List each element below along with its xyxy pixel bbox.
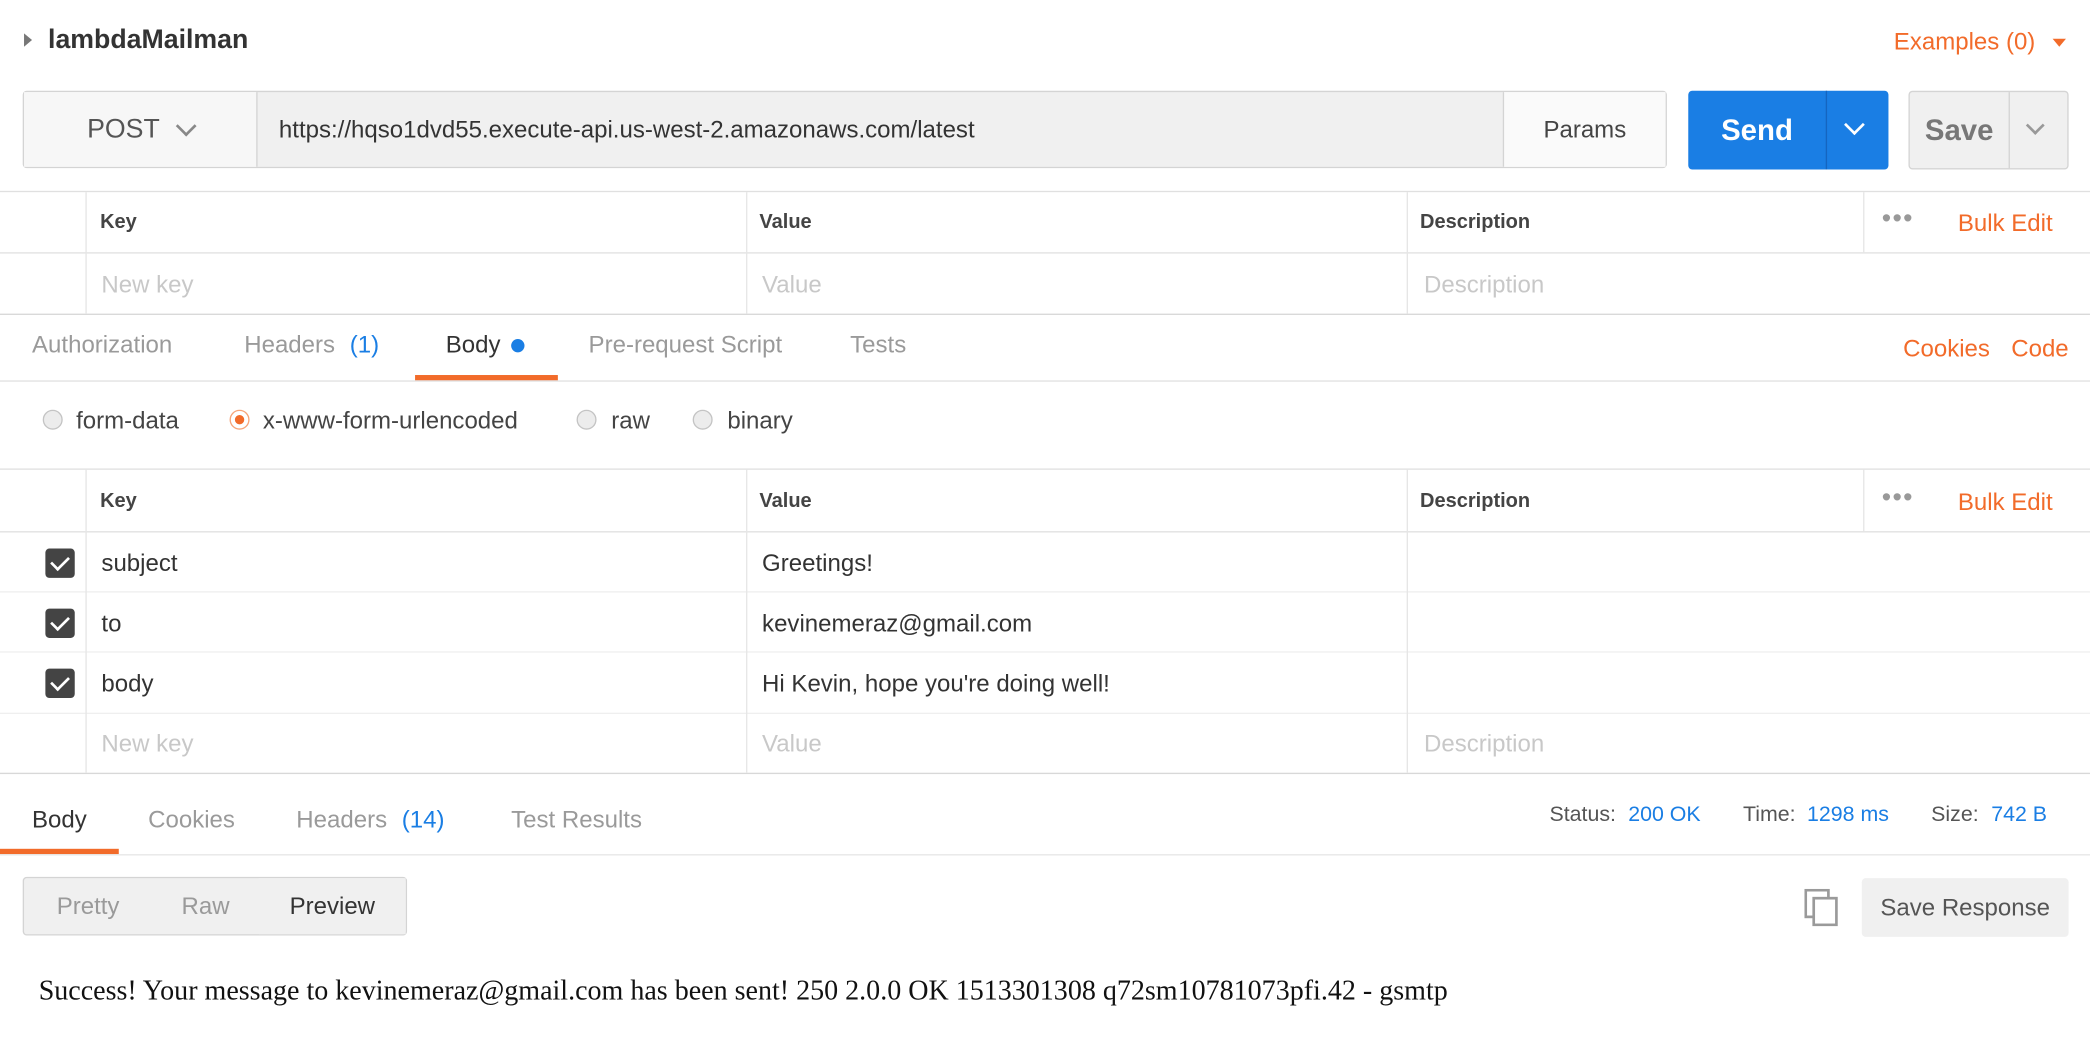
column-header-value: Value xyxy=(759,210,812,234)
save-divider xyxy=(2008,92,2010,169)
divider xyxy=(0,380,2090,382)
raw-label: raw xyxy=(611,407,650,434)
response-preview-text: Success! Your message to kevinemeraz@gma… xyxy=(38,974,1448,1007)
new-description-input[interactable]: Description xyxy=(1424,271,1544,299)
status-label: Status: xyxy=(1549,803,1616,827)
time-value[interactable]: 1298 ms xyxy=(1807,803,1889,827)
column-header-value: Value xyxy=(759,489,812,513)
divider xyxy=(746,192,748,314)
divider xyxy=(0,854,2090,856)
column-header-description: Description xyxy=(1420,489,1531,513)
response-tab-cookies[interactable]: Cookies xyxy=(148,806,235,834)
url-input[interactable]: https://hqso1dvd55.execute-api.us-west-2… xyxy=(279,92,975,167)
row-key[interactable]: body xyxy=(101,670,153,698)
radio-form-data[interactable] xyxy=(42,409,63,430)
tab-authorization[interactable]: Authorization xyxy=(32,331,172,359)
examples-dropdown[interactable]: Examples (0) xyxy=(1893,28,2067,56)
tab-body-label: Body xyxy=(445,330,501,358)
examples-label: Examples (0) xyxy=(1893,28,2036,55)
response-headers-count: (14) xyxy=(401,806,445,833)
divider xyxy=(85,192,87,314)
form-data-label: form-data xyxy=(76,407,179,434)
copy-icon[interactable] xyxy=(1804,888,1839,927)
new-value-input[interactable]: Value xyxy=(762,271,822,299)
row-value[interactable]: Hi Kevin, hope you're doing well! xyxy=(762,670,1110,698)
bulk-edit-link[interactable]: Bulk Edit xyxy=(1958,488,2053,516)
urlencoded-label: x-www-form-urlencoded xyxy=(262,407,518,434)
save-label: Save xyxy=(1924,112,1994,147)
chevron-down-icon xyxy=(175,115,197,136)
tab-prerequest-script[interactable]: Pre-request Script xyxy=(589,331,783,359)
divider xyxy=(746,469,748,773)
response-view-selector: Pretty Raw Preview xyxy=(22,876,408,936)
divider xyxy=(1406,469,1409,773)
divider xyxy=(1406,192,1409,314)
send-label: Send xyxy=(1721,112,1793,147)
binary-label: binary xyxy=(727,407,793,434)
modified-dot-icon xyxy=(511,339,525,353)
more-options-icon[interactable]: ••• xyxy=(1882,483,1914,514)
new-key-input[interactable]: New key xyxy=(101,271,193,299)
tab-tests[interactable]: Tests xyxy=(850,331,906,359)
radio-binary[interactable] xyxy=(692,409,713,430)
response-tab-test-results[interactable]: Test Results xyxy=(511,806,642,834)
bulk-edit-link[interactable]: Bulk Edit xyxy=(1958,210,2053,238)
divider xyxy=(0,651,2090,653)
view-raw[interactable]: Raw xyxy=(152,878,259,934)
new-key-input[interactable]: New key xyxy=(101,730,193,758)
view-pretty[interactable]: Pretty xyxy=(24,878,152,934)
send-divider xyxy=(1825,90,1828,170)
save-button[interactable]: Save xyxy=(1908,90,2069,170)
postman-window: lambdaMailman Examples (0) POST https://… xyxy=(0,0,2090,1038)
view-preview[interactable]: Preview xyxy=(258,878,406,935)
divider xyxy=(0,591,2090,593)
divider xyxy=(1863,469,1865,532)
new-value-input[interactable]: Value xyxy=(762,730,822,758)
tab-body[interactable]: Body xyxy=(446,331,525,359)
divider xyxy=(85,469,87,773)
row-checkbox[interactable] xyxy=(45,548,75,578)
divider xyxy=(0,252,2090,254)
divider xyxy=(0,190,2090,193)
divider xyxy=(0,531,2090,533)
caret-down-icon xyxy=(2052,39,2067,48)
response-tab-body[interactable]: Body xyxy=(32,806,87,834)
row-key[interactable]: to xyxy=(101,610,121,638)
expand-caret-icon[interactable] xyxy=(24,33,33,47)
method-label: POST xyxy=(87,114,160,144)
radio-raw[interactable] xyxy=(576,409,597,430)
params-button[interactable]: Params xyxy=(1502,92,1666,167)
column-header-key: Key xyxy=(100,210,137,234)
radio-urlencoded[interactable] xyxy=(229,409,250,430)
response-tab-headers[interactable]: Headers (14) xyxy=(296,806,444,834)
more-options-icon[interactable]: ••• xyxy=(1882,204,1914,235)
new-description-input[interactable]: Description xyxy=(1424,730,1544,758)
row-key[interactable]: subject xyxy=(101,550,177,578)
divider xyxy=(0,712,2090,715)
tab-headers-label: Headers xyxy=(244,330,336,358)
code-link[interactable]: Code xyxy=(2011,335,2068,363)
column-header-description: Description xyxy=(1420,210,1531,234)
tab-headers[interactable]: Headers (1) xyxy=(244,331,379,359)
collection-name[interactable]: lambdaMailman xyxy=(48,25,248,56)
divider xyxy=(0,468,2090,470)
row-checkbox[interactable] xyxy=(45,668,75,698)
tab-headers-count: (1) xyxy=(349,330,380,358)
divider xyxy=(0,313,2090,315)
column-header-key: Key xyxy=(100,489,137,513)
status-value[interactable]: 200 OK xyxy=(1628,803,1700,827)
size-value[interactable]: 742 B xyxy=(1991,803,2047,827)
size-label: Size: xyxy=(1931,803,1979,827)
save-response-button[interactable]: Save Response xyxy=(1861,878,2069,937)
time-label: Time: xyxy=(1742,803,1796,827)
divider xyxy=(0,772,2090,775)
url-bar: POST https://hqso1dvd55.execute-api.us-w… xyxy=(22,90,1667,169)
row-value[interactable]: Greetings! xyxy=(762,550,873,578)
row-checkbox[interactable] xyxy=(45,608,75,638)
divider xyxy=(1863,192,1865,253)
cookies-link[interactable]: Cookies xyxy=(1903,335,1990,363)
row-value[interactable]: kevinemeraz@gmail.com xyxy=(762,610,1032,638)
method-select[interactable]: POST xyxy=(24,92,258,167)
response-headers-label: Headers xyxy=(296,806,388,833)
